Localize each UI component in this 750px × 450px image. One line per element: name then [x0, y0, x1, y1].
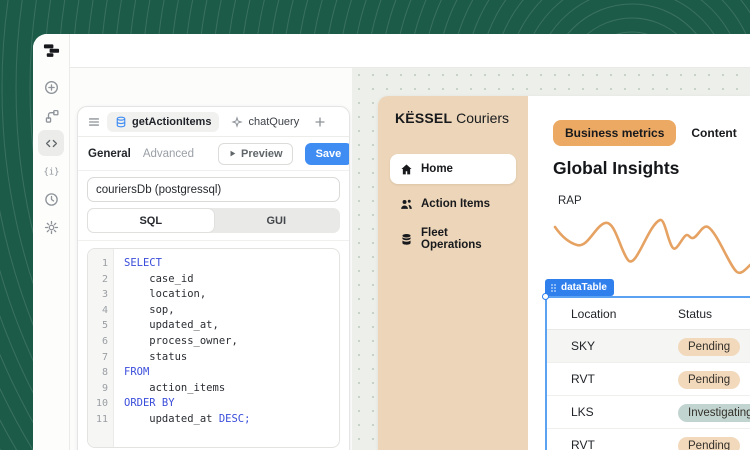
- settings-icon[interactable]: [38, 214, 64, 240]
- preview-main: Business metricsContent Global Insights …: [528, 96, 750, 450]
- app-preview: KËSSEL Couriers Home Action Items Fleet Op…: [378, 96, 750, 450]
- preview-tabs: Business metrics Content: [553, 120, 737, 146]
- table-row[interactable]: RVTPending: [547, 363, 750, 396]
- query-tabbar: getActionItems chatQuery: [78, 107, 349, 137]
- window-topbar: [70, 34, 750, 68]
- code-line: action_items: [124, 381, 339, 397]
- mode-toggle: SQL GUI: [87, 208, 340, 233]
- component-label[interactable]: dataTable: [545, 279, 614, 296]
- home-icon: [400, 163, 413, 176]
- table-row[interactable]: SKYPending: [547, 330, 750, 363]
- svg-text:{i}: {i}: [44, 167, 59, 177]
- code-line: location,: [124, 287, 339, 303]
- preview-tab-business-metrics[interactable]: Business metrics: [553, 120, 676, 146]
- cell-location: LKS: [571, 405, 678, 419]
- status-badge: Pending: [678, 437, 740, 450]
- tab-general[interactable]: General: [88, 148, 131, 160]
- selection-border-left: [545, 296, 547, 450]
- table-row[interactable]: RVTPending: [547, 429, 750, 450]
- table-body: SKYPendingRVTPendingLKSInvestigatingRVTP…: [547, 330, 750, 450]
- app-window: {i} getActionItems chatQuery General Adva…: [33, 34, 750, 450]
- nav-item-home[interactable]: Home: [390, 154, 516, 184]
- code-icon[interactable]: [38, 130, 64, 156]
- query-tab-label: chatQuery: [248, 116, 299, 128]
- database-solid-icon: [400, 233, 413, 246]
- tab-advanced[interactable]: Advanced: [143, 148, 194, 160]
- save-button[interactable]: Save: [305, 143, 350, 165]
- nav-item-label: Fleet Operations: [421, 227, 506, 251]
- preview-button[interactable]: Preview: [218, 143, 293, 165]
- divider: [78, 240, 349, 241]
- status-badge: Investigating: [678, 404, 750, 422]
- status-badge: Pending: [678, 371, 740, 389]
- drag-handle-icon: [550, 283, 557, 293]
- nav-item-action-items[interactable]: Action Items: [390, 189, 516, 219]
- sql-code[interactable]: SELECT case_id location, sop, updated_at…: [114, 249, 339, 447]
- code-line: updated_at DESC;: [124, 412, 339, 428]
- code-line: case_id: [124, 272, 339, 288]
- cell-location: SKY: [571, 339, 678, 353]
- query-tab-getActionItems[interactable]: getActionItems: [107, 112, 219, 132]
- code-line: ORDER BY: [124, 396, 339, 412]
- code-line: FROM: [124, 365, 339, 381]
- page-title: Global Insights: [553, 158, 679, 179]
- left-toolbar: {i}: [33, 34, 70, 450]
- new-query-button[interactable]: [313, 115, 327, 129]
- mode-sql-button[interactable]: SQL: [88, 209, 214, 232]
- column-header-location[interactable]: Location: [571, 307, 678, 321]
- query-tabs: getActionItems chatQuery: [107, 112, 307, 132]
- query-settings-bar: General Advanced Preview Save: [78, 137, 349, 171]
- preview-sidebar: KËSSEL Couriers Home Action Items Fleet Op…: [378, 96, 528, 450]
- preview-tab-content[interactable]: Content: [691, 126, 736, 140]
- app-logo-icon[interactable]: [43, 42, 60, 59]
- query-tab-label: getActionItems: [132, 116, 211, 128]
- play-icon: [228, 149, 237, 158]
- query-editor-panel: getActionItems chatQuery General Advanced…: [70, 68, 352, 450]
- nav-item-label: Home: [421, 163, 453, 175]
- selection-border-top: [545, 296, 750, 298]
- column-header-status[interactable]: Status: [678, 307, 750, 321]
- status-badge: Pending: [678, 338, 740, 356]
- table-header: LocationStatus: [547, 298, 750, 330]
- history-icon[interactable]: [38, 186, 64, 212]
- braces-icon[interactable]: {i}: [38, 158, 64, 184]
- users-icon: [400, 198, 413, 211]
- cell-location: RVT: [571, 372, 678, 386]
- data-table: LocationStatus SKYPendingRVTPendingLKSIn…: [547, 298, 750, 450]
- preview-nav: Home Action Items Fleet Operations: [390, 154, 516, 254]
- chart-label: RAP: [558, 195, 582, 207]
- mode-gui-button[interactable]: GUI: [214, 209, 340, 232]
- sparkle-icon: [231, 116, 243, 128]
- code-line: sop,: [124, 303, 339, 319]
- code-line: process_owner,: [124, 334, 339, 350]
- workflow-icon[interactable]: [38, 102, 64, 128]
- nav-item-label: Action Items: [421, 198, 490, 210]
- add-circle-icon[interactable]: [38, 74, 64, 100]
- code-line: status: [124, 350, 339, 366]
- nav-item-fleet-operations[interactable]: Fleet Operations: [390, 224, 516, 254]
- database-icon: [115, 116, 127, 128]
- sparkline-chart: [545, 208, 750, 280]
- code-line: updated_at,: [124, 318, 339, 334]
- resource-select[interactable]: couriersDb (postgressql): [87, 177, 340, 202]
- line-numbers: 1234567891011: [88, 249, 114, 447]
- query-editor-card: getActionItems chatQuery General Advanced…: [77, 106, 350, 450]
- selection-handle[interactable]: [542, 293, 549, 300]
- cell-location: RVT: [571, 438, 678, 450]
- menu-icon[interactable]: [87, 115, 101, 129]
- query-body: couriersDb (postgressql) SQL GUI 1234567…: [78, 171, 349, 448]
- code-line: SELECT: [124, 256, 339, 272]
- brand-logo: KËSSEL Couriers: [395, 110, 509, 126]
- sql-code-editor[interactable]: 1234567891011 SELECT case_id location, s…: [87, 248, 340, 448]
- query-tab-chatQuery[interactable]: chatQuery: [223, 112, 307, 132]
- table-row[interactable]: LKSInvestigating: [547, 396, 750, 429]
